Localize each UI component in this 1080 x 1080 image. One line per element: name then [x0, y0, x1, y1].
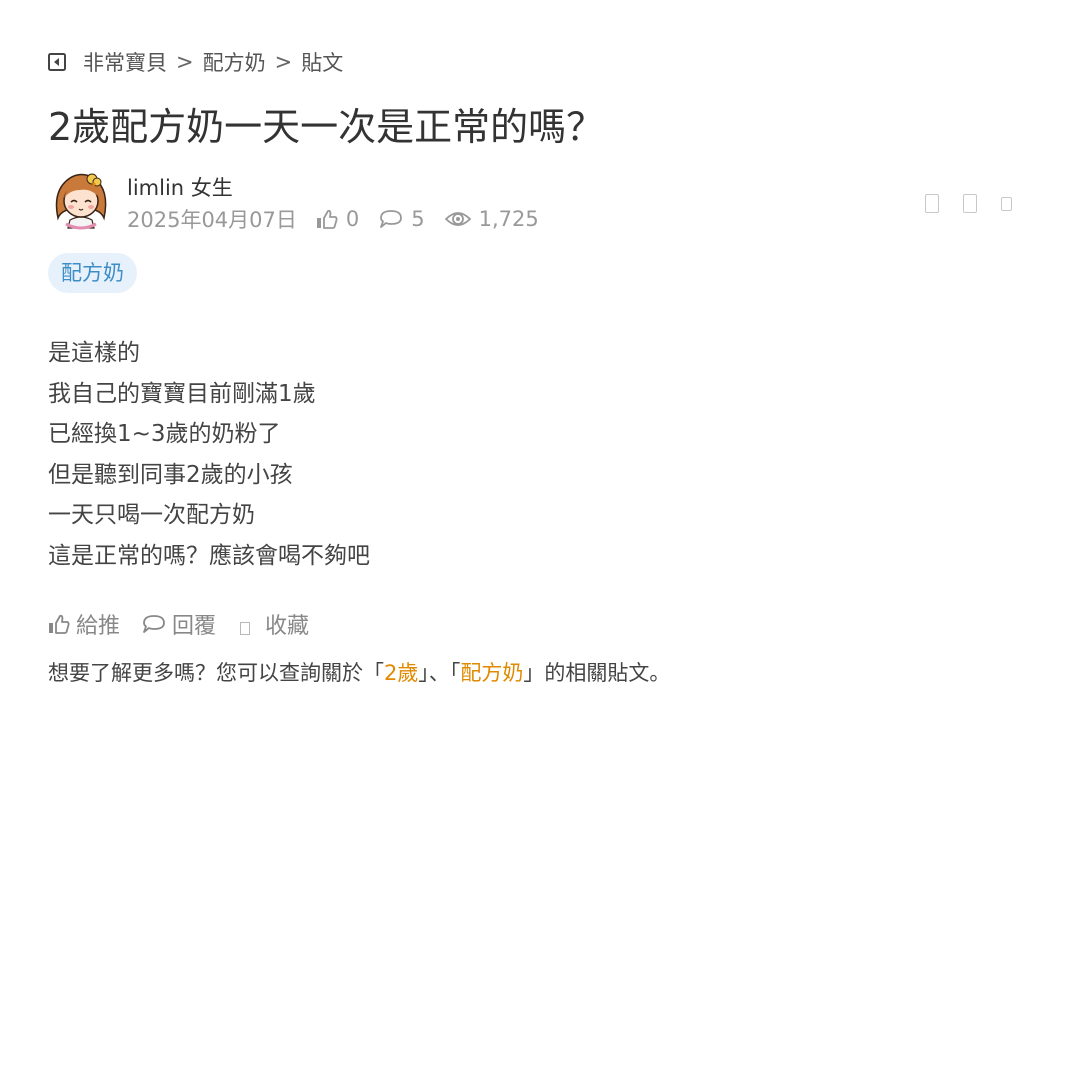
like-button-label: 給推 — [76, 614, 121, 639]
placeholder-icon[interactable] — [1001, 196, 1012, 211]
post-date: 2025年04月07日 — [127, 208, 297, 232]
post-title: 2歲配方奶一天一次是正常的嗎？ — [48, 105, 605, 149]
content-line: 已經換1~3歲的奶粉了 — [48, 421, 281, 448]
related-link-2-years[interactable]: 2歲 — [384, 661, 418, 685]
related-mid: 」、「 — [418, 661, 461, 685]
avatar[interactable] — [50, 168, 112, 230]
author-line: limlin 女生 — [127, 172, 233, 202]
breadcrumb: 非常寶貝 > 配方奶 > 貼文 — [48, 48, 343, 76]
post-tools — [901, 194, 1012, 213]
content-line: 但是聽到同事2歲的小孩 — [48, 461, 293, 488]
content-line: 一天只喝一次配方奶 — [48, 502, 255, 529]
comment-icon — [143, 615, 165, 633]
placeholder-icon[interactable] — [963, 194, 977, 213]
reply-button[interactable]: 回覆 — [142, 608, 216, 640]
content-line: 是這樣的 — [48, 340, 140, 366]
breadcrumb-separator: > — [176, 50, 194, 74]
related-prefix: 想要了解更多嗎？您可以查詢關於「 — [48, 661, 384, 685]
related-suffix: 」的相關貼文。 — [523, 661, 671, 685]
view-count: 1,725 — [478, 207, 539, 231]
back-arrow-icon[interactable] — [48, 53, 66, 71]
like-count: 0 — [345, 207, 360, 231]
content-line: 這是正常的嗎？應該會喝不夠吧 — [48, 542, 370, 569]
reply-button-label: 回覆 — [172, 614, 217, 639]
post-meta: 2025年04月07日 0 5 1,725 — [127, 204, 539, 234]
author-name[interactable]: limlin — [127, 176, 184, 200]
post-content: 是這樣的 我自己的寶寶目前剛滿1歲 已經換1~3歲的奶粉了 但是聽到同事2歲的小… — [48, 333, 370, 577]
breadcrumb-item-category[interactable]: 配方奶 — [203, 47, 266, 77]
related-search: 想要了解更多嗎？您可以查詢關於「2歲」、「配方奶」的相關貼文。 — [48, 656, 670, 690]
thumbs-up-icon — [49, 614, 70, 634]
eye-icon — [444, 212, 471, 226]
breadcrumb-separator: > — [274, 50, 293, 74]
post-actions: 給推 回覆 收藏 — [48, 607, 331, 641]
related-link-formula[interactable]: 配方奶 — [460, 661, 523, 685]
favorite-button[interactable]: 收藏 — [238, 608, 309, 640]
placeholder-icon — [240, 621, 251, 635]
like-button[interactable]: 給推 — [48, 608, 120, 640]
comment-count: 5 — [411, 207, 425, 231]
placeholder-icon[interactable] — [925, 194, 939, 213]
content-line: 我自己的寶寶目前剛滿1歲 — [48, 380, 316, 407]
author-gender: 女生 — [190, 176, 233, 200]
post-page: 非常寶貝 > 配方奶 > 貼文 2歲配方奶一天一次是正常的嗎？ limlin 女… — [0, 0, 1080, 1080]
breadcrumb-item-site[interactable]: 非常寶貝 — [83, 47, 167, 77]
comment-icon — [380, 210, 403, 228]
topic-tag[interactable]: 配方奶 — [48, 253, 137, 293]
breadcrumb-item-current: 貼文 — [301, 51, 344, 75]
favorite-button-label: 收藏 — [265, 614, 310, 639]
thumbs-up-icon — [316, 209, 338, 229]
